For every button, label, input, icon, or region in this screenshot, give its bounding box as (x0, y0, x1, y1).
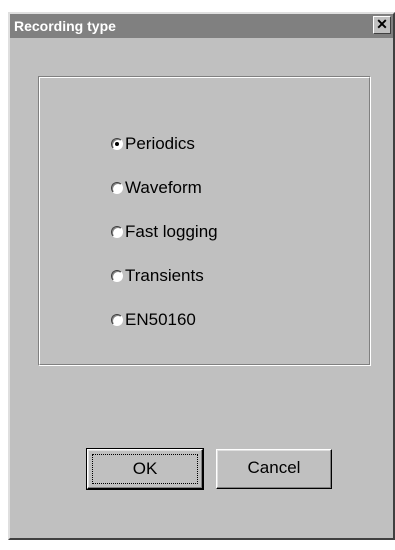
radio-label-periodics: Periodics (125, 134, 195, 153)
close-icon: ✕ (376, 16, 388, 32)
cancel-button[interactable]: Cancel (216, 449, 332, 489)
radio-option-en50160[interactable]: EN50160 (111, 309, 196, 331)
radio-button-fast-logging[interactable] (111, 226, 123, 238)
title-bar[interactable]: Recording type ✕ (10, 14, 393, 38)
radio-button-transients[interactable] (111, 270, 123, 282)
radio-label-transients: Transients (125, 266, 204, 285)
radio-option-fast-logging[interactable]: Fast logging (111, 221, 218, 243)
radio-button-en50160[interactable] (111, 314, 123, 326)
recording-type-group: Periodics Waveform Fast logging Transien… (38, 76, 371, 366)
radio-label-waveform: Waveform (125, 178, 202, 197)
radio-button-waveform[interactable] (111, 182, 123, 194)
ok-button[interactable]: OK (86, 448, 204, 490)
radio-label-fast-logging: Fast logging (125, 222, 218, 241)
close-button[interactable]: ✕ (373, 16, 391, 34)
radio-option-periodics[interactable]: Periodics (111, 133, 195, 155)
radio-option-waveform[interactable]: Waveform (111, 177, 202, 199)
recording-type-dialog: Recording type ✕ Periodics Waveform Fast… (8, 12, 395, 540)
ok-button-focus: OK (92, 454, 198, 484)
radio-option-transients[interactable]: Transients (111, 265, 204, 287)
dialog-title: Recording type (14, 18, 116, 34)
radio-button-periodics[interactable] (111, 138, 123, 150)
radio-label-en50160: EN50160 (125, 310, 196, 329)
